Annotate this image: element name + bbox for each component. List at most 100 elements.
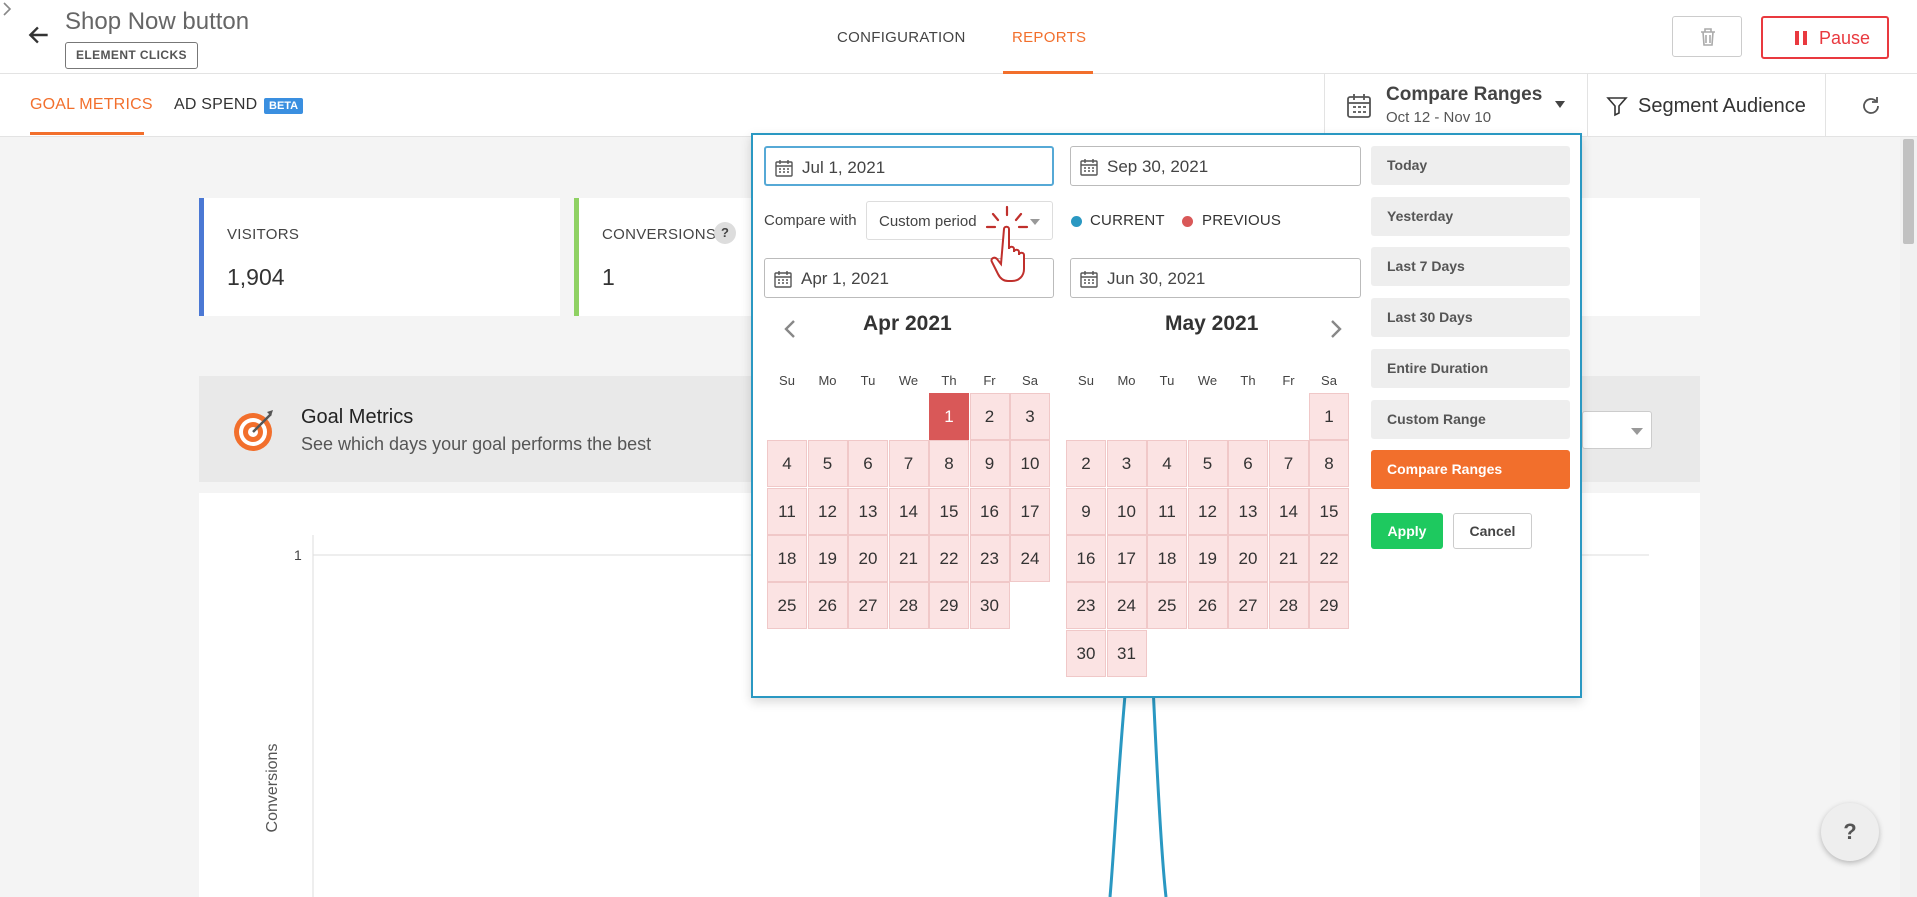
preset-compare-ranges[interactable]: Compare Ranges xyxy=(1371,450,1570,490)
calendar-day[interactable]: 1 xyxy=(929,393,969,440)
calendar-day[interactable]: 26 xyxy=(1187,582,1228,630)
calendar-day[interactable]: 15 xyxy=(1309,487,1349,535)
calendar-day[interactable]: 19 xyxy=(807,534,848,582)
calendar-day[interactable]: 25 xyxy=(1147,582,1187,630)
calendar-day[interactable]: 5 xyxy=(807,440,848,488)
chevron-right-icon[interactable] xyxy=(1327,318,1345,340)
calendar-day[interactable]: 7 xyxy=(1268,440,1309,488)
calendar-day[interactable]: 16 xyxy=(969,487,1010,535)
calendar-day[interactable]: 20 xyxy=(848,534,888,582)
calendar-day[interactable]: 4 xyxy=(1147,440,1187,488)
calendar-day[interactable]: 14 xyxy=(1268,487,1309,535)
calendar-day[interactable]: 18 xyxy=(1147,534,1187,582)
calendar-day[interactable]: 30 xyxy=(1066,629,1106,677)
metric-dropdown[interactable] xyxy=(1582,411,1652,449)
calendar-day[interactable]: 18 xyxy=(767,534,807,582)
preset-yesterday[interactable]: Yesterday xyxy=(1371,196,1570,236)
tab-ad-spend[interactable]: AD SPEND xyxy=(174,96,257,114)
preset-today[interactable]: Today xyxy=(1371,146,1570,185)
chevron-left-icon[interactable] xyxy=(781,318,799,340)
date-value: Jul 1, 2021 xyxy=(802,158,886,177)
calendar-day[interactable]: 13 xyxy=(1228,487,1268,535)
preset-custom-range[interactable]: Custom Range xyxy=(1371,399,1570,439)
back-arrow-icon[interactable] xyxy=(26,22,52,48)
calendar-day[interactable]: 2 xyxy=(969,393,1010,440)
calendar-day[interactable]: 20 xyxy=(1228,534,1268,582)
calendar-day[interactable]: 8 xyxy=(929,440,969,488)
crumb-configuration[interactable]: CONFIGURATION xyxy=(837,29,966,46)
calendar-day[interactable]: 27 xyxy=(848,582,888,630)
pause-button[interactable]: Pause xyxy=(1761,16,1889,59)
calendar-day[interactable]: 22 xyxy=(929,534,969,582)
calendar-day[interactable]: 4 xyxy=(767,440,807,488)
calendar-day[interactable]: 21 xyxy=(1268,534,1309,582)
delete-button[interactable] xyxy=(1672,16,1742,57)
calendar-day[interactable]: 21 xyxy=(888,534,929,582)
card-accent-bar xyxy=(199,198,204,316)
calendar-day[interactable]: 17 xyxy=(1106,534,1147,582)
calendar-day[interactable]: 24 xyxy=(1106,582,1147,630)
refresh-button[interactable] xyxy=(1825,74,1917,137)
preset-entire-duration[interactable]: Entire Duration xyxy=(1371,348,1570,388)
calendar-day[interactable]: 10 xyxy=(1010,440,1050,488)
calendar-day[interactable]: 23 xyxy=(1066,582,1106,630)
calendar-day[interactable]: 1 xyxy=(1309,393,1349,440)
apply-button[interactable]: Apply xyxy=(1371,513,1443,549)
filter-icon xyxy=(1606,97,1628,117)
calendar-icon xyxy=(1080,159,1098,176)
date-range-selector[interactable]: Compare Ranges Oct 12 - Nov 10 xyxy=(1324,74,1588,137)
calendar-day[interactable]: 6 xyxy=(848,440,888,488)
calendar-day[interactable]: 14 xyxy=(888,487,929,535)
calendar-day[interactable]: 9 xyxy=(1066,487,1106,535)
caret-down-icon xyxy=(1631,428,1643,435)
previous-end-date-input[interactable]: Jun 30, 2021 xyxy=(1070,258,1361,298)
calendar-day[interactable]: 6 xyxy=(1228,440,1268,488)
calendar-day[interactable]: 3 xyxy=(1106,440,1147,488)
current-start-date-input[interactable]: Jul 1, 2021 xyxy=(764,146,1054,186)
beta-badge: BETA xyxy=(264,98,304,114)
calendar-day[interactable]: 29 xyxy=(1309,582,1349,630)
cancel-button[interactable]: Cancel xyxy=(1453,513,1532,549)
calendar-day[interactable]: 22 xyxy=(1309,534,1349,582)
calendar-day[interactable]: 13 xyxy=(848,487,888,535)
help-icon[interactable]: ? xyxy=(714,222,736,244)
calendar-day[interactable]: 24 xyxy=(1010,534,1050,582)
calendar-day[interactable]: 11 xyxy=(1147,487,1187,535)
calendar-day[interactable]: 7 xyxy=(888,440,929,488)
calendar-day[interactable]: 3 xyxy=(1010,393,1050,440)
target-icon xyxy=(234,410,273,451)
calendar-day[interactable]: 12 xyxy=(1187,487,1228,535)
preset-last-7-days[interactable]: Last 7 Days xyxy=(1371,247,1570,287)
page-scrollbar[interactable] xyxy=(1900,137,1917,897)
calendar-day[interactable]: 28 xyxy=(1268,582,1309,630)
calendar-day[interactable]: 5 xyxy=(1187,440,1228,488)
segment-audience-button[interactable]: Segment Audience xyxy=(1606,93,1806,119)
calendar-day[interactable]: 19 xyxy=(1187,534,1228,582)
calendar-day[interactable]: 10 xyxy=(1106,487,1147,535)
help-button[interactable]: ? xyxy=(1821,803,1879,861)
calendar-day[interactable]: 2 xyxy=(1066,440,1106,488)
calendar-day[interactable]: 27 xyxy=(1228,582,1268,630)
current-end-date-input[interactable]: Sep 30, 2021 xyxy=(1070,146,1361,186)
calendar-day[interactable]: 17 xyxy=(1010,487,1050,535)
preset-last-30-days[interactable]: Last 30 Days xyxy=(1371,298,1570,338)
calendar-day[interactable]: 11 xyxy=(767,487,807,535)
calendar-day[interactable]: 31 xyxy=(1106,629,1147,677)
calendar-day[interactable]: 26 xyxy=(807,582,848,630)
calendar-day[interactable]: 23 xyxy=(969,534,1010,582)
crumb-reports[interactable]: REPORTS xyxy=(1012,29,1086,46)
tab-goal-metrics[interactable]: GOAL METRICS xyxy=(30,96,153,114)
calendar-day[interactable]: 29 xyxy=(929,582,969,630)
calendar-day[interactable]: 8 xyxy=(1309,440,1349,488)
calendar-day[interactable]: 12 xyxy=(807,487,848,535)
calendar-day[interactable]: 25 xyxy=(767,582,807,630)
hand-pointer-icon xyxy=(985,205,1029,282)
calendar-day[interactable]: 28 xyxy=(888,582,929,630)
scrollbar-thumb[interactable] xyxy=(1903,139,1914,244)
refresh-icon xyxy=(1863,97,1879,114)
calendar-day[interactable]: 15 xyxy=(929,487,969,535)
calendar-day[interactable]: 30 xyxy=(969,582,1010,630)
pause-icon xyxy=(1795,31,1807,45)
calendar-day[interactable]: 9 xyxy=(969,440,1010,488)
calendar-day[interactable]: 16 xyxy=(1066,534,1106,582)
